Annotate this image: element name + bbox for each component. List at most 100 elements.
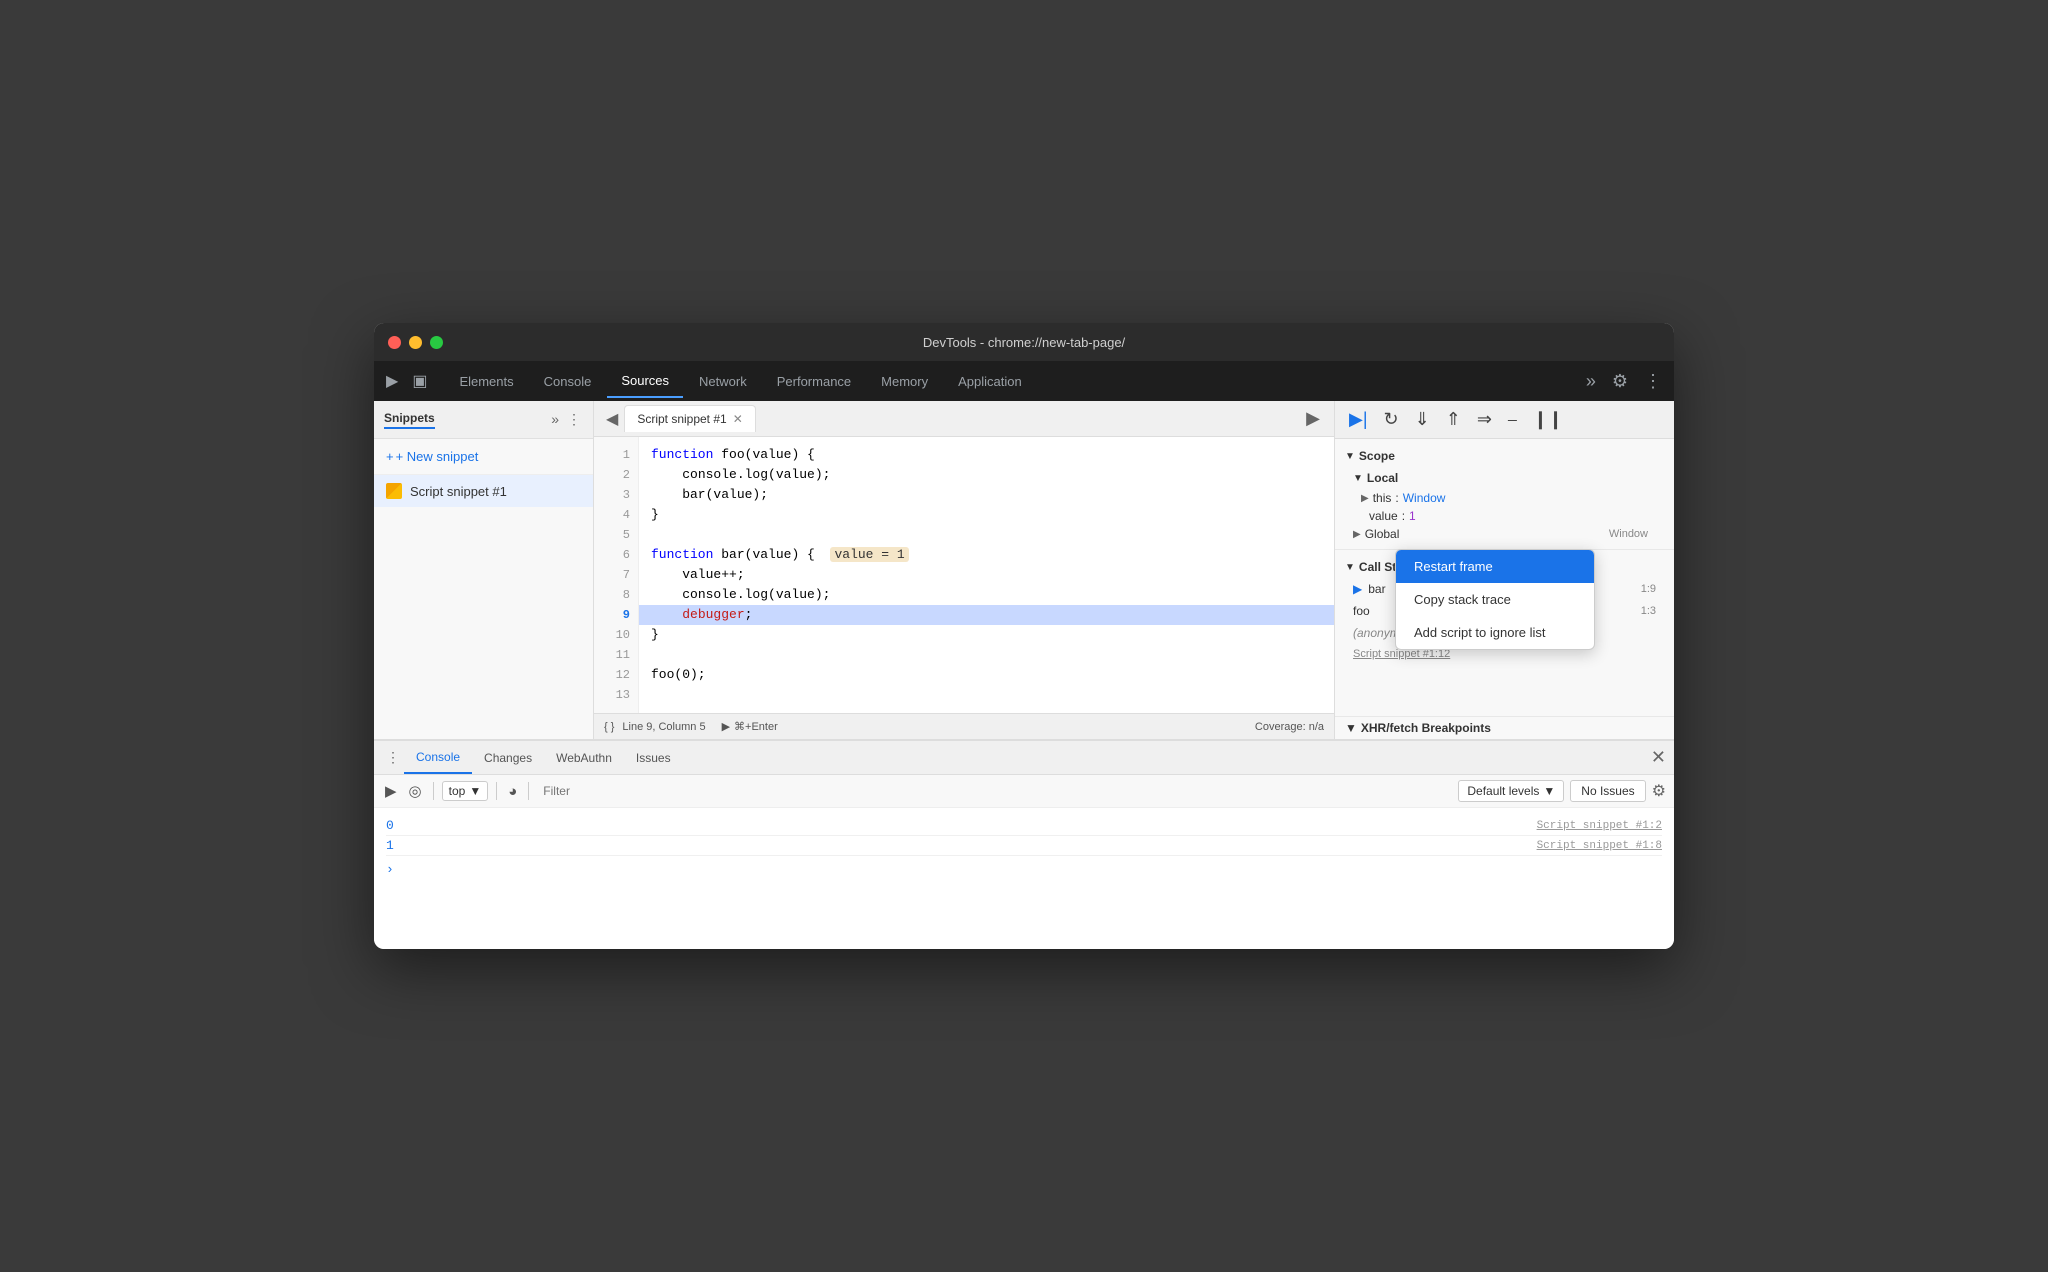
code-line-6: function bar(value) { value = 1 [639, 545, 1334, 565]
xhr-section[interactable]: ▼ XHR/fetch Breakpoints [1335, 716, 1674, 739]
close-button[interactable] [388, 336, 401, 349]
line-numbers: 1 2 3 4 5 6 7 8 9 10 11 12 13 [594, 437, 639, 713]
context-menu-ignore-list[interactable]: Add script to ignore list [1396, 616, 1594, 649]
line-num-4: 4 [594, 505, 638, 525]
more-options-icon[interactable]: ⋮ [1640, 367, 1666, 396]
settings-icon[interactable]: ⚙ [1608, 367, 1632, 396]
console-source-1[interactable]: Script snippet #1:8 [1537, 840, 1662, 852]
editor-tabs: ◀ Script snippet #1 ✕ ▶ [594, 401, 1334, 437]
tab-memory[interactable]: Memory [867, 366, 942, 397]
console-eye-button[interactable]: ◕ [505, 780, 520, 803]
call-stack-arrow: ▼ [1345, 562, 1355, 573]
step-button[interactable]: ⇒ [1473, 407, 1496, 432]
editor-tab-snippet[interactable]: Script snippet #1 ✕ [624, 405, 755, 432]
bottom-tab-changes[interactable]: Changes [472, 743, 544, 773]
console-settings-icon[interactable]: ⚙ [1652, 781, 1666, 801]
deactivate-breakpoints-button[interactable]: ⎯ [1504, 407, 1521, 432]
traffic-lights [388, 336, 443, 349]
line-num-5: 5 [594, 525, 638, 545]
line-col-status: Line 9, Column 5 [622, 721, 705, 733]
cs-bar-left: ▶ bar [1353, 582, 1386, 596]
inspect-icon[interactable]: ▣ [408, 367, 431, 395]
tab-performance[interactable]: Performance [763, 366, 865, 397]
cursor-icon[interactable]: ▶ [382, 367, 402, 395]
line-num-8: 8 [594, 585, 638, 605]
editor-tab-label: Script snippet #1 [637, 412, 726, 426]
step-into-button[interactable]: ⇓ [1411, 407, 1434, 432]
pause-exceptions-button[interactable]: ❙❙ [1529, 407, 1567, 432]
console-block-button[interactable]: ◎ [406, 779, 425, 803]
bottom-tab-webauthn[interactable]: WebAuthn [544, 743, 624, 773]
console-divider-3 [528, 782, 529, 800]
code-line-9: debugger; [639, 605, 1334, 625]
tab-elements[interactable]: Elements [445, 366, 527, 397]
sidebar-menu-icon[interactable]: ⋮ [565, 409, 583, 430]
more-sidebar-icon[interactable]: » [549, 409, 561, 430]
tab-application[interactable]: Application [944, 366, 1036, 397]
console-value-1: 1 [386, 838, 394, 853]
line-num-2: 2 [594, 465, 638, 485]
xhr-title: XHR/fetch Breakpoints [1361, 721, 1491, 735]
context-menu-restart-frame[interactable]: Restart frame [1396, 550, 1594, 583]
console-value-0: 0 [386, 818, 394, 833]
local-title: Local [1367, 471, 1398, 485]
editor-tab-close[interactable]: ✕ [733, 412, 743, 426]
global-title: Global [1365, 527, 1400, 541]
code-area: 1 2 3 4 5 6 7 8 9 10 11 12 13 function f… [594, 437, 1334, 713]
local-header[interactable]: ▼ Local [1345, 467, 1664, 489]
code-lines: function foo(value) { console.log(value)… [639, 437, 1334, 713]
pretty-print-icon[interactable]: { } [604, 721, 614, 733]
bottom-tab-issues[interactable]: Issues [624, 743, 683, 773]
scope-header[interactable]: ▼ Scope [1345, 445, 1664, 467]
bottom-menu-icon[interactable]: ⋮ [382, 745, 404, 770]
editor-nav-back[interactable]: ◀ [600, 405, 624, 433]
context-menu-copy-stack[interactable]: Copy stack trace [1396, 583, 1594, 616]
editor-run-button[interactable]: ▶ [1298, 404, 1328, 433]
debugger-toolbar: ▶| ↻ ⇓ ⇑ ⇒ ⎯ ❙❙ [1335, 401, 1674, 439]
maximize-button[interactable] [430, 336, 443, 349]
console-source-0[interactable]: Script snippet #1:2 [1537, 820, 1662, 832]
global-scope-item: ▶ Global Window [1345, 525, 1664, 543]
default-levels-button[interactable]: Default levels ▼ [1458, 780, 1564, 802]
status-right: Coverage: n/a [1255, 721, 1324, 733]
console-prompt[interactable]: › [386, 856, 1662, 877]
plus-icon: + [386, 449, 394, 464]
step-out-button[interactable]: ⇑ [1442, 407, 1465, 432]
scope-title: Scope [1359, 449, 1395, 463]
editor-status-bar: { } Line 9, Column 5 ▶ ⌘+Enter Coverage:… [594, 713, 1334, 739]
top-context-selector[interactable]: top ▼ [442, 781, 489, 801]
cs-bar-name: bar [1368, 582, 1385, 596]
no-issues-button[interactable]: No Issues [1570, 780, 1645, 802]
scope-section: ▼ Scope ▼ Local ▶ this: Window value: 1 [1335, 439, 1674, 550]
resume-button[interactable]: ▶| [1345, 407, 1372, 432]
tab-bar-right: » ⚙ ⋮ [1582, 367, 1666, 396]
tab-sources[interactable]: Sources [607, 365, 683, 398]
minimize-button[interactable] [409, 336, 422, 349]
new-snippet-button[interactable]: + + New snippet [374, 439, 593, 475]
global-expand[interactable]: ▶ [1353, 529, 1361, 540]
console-filter-input[interactable] [537, 782, 1452, 800]
this-val: Window [1403, 491, 1446, 505]
console-clear-button[interactable]: ▶ [382, 779, 400, 803]
step-over-button[interactable]: ↻ [1380, 407, 1403, 432]
tab-console[interactable]: Console [530, 366, 606, 397]
coverage-status: Coverage: n/a [1255, 721, 1324, 733]
scope-arrow: ▼ [1345, 451, 1355, 462]
sidebar-title: Snippets [384, 411, 435, 429]
console-line-1: 1 Script snippet #1:8 [386, 836, 1662, 856]
this-expand[interactable]: ▶ [1361, 493, 1369, 504]
snippet-item[interactable]: Script snippet #1 [374, 475, 593, 507]
more-tabs-icon[interactable]: » [1582, 367, 1600, 396]
sidebar: Snippets » ⋮ + + New snippet Script snip… [374, 401, 594, 739]
local-arrow: ▼ [1353, 473, 1363, 484]
tab-network[interactable]: Network [685, 366, 761, 397]
status-left: { } Line 9, Column 5 [604, 721, 706, 733]
new-snippet-label: + New snippet [396, 449, 479, 464]
run-icon: ▶ [722, 720, 730, 733]
bottom-tab-console[interactable]: Console [404, 742, 472, 774]
bottom-close-button[interactable]: ✕ [1651, 747, 1666, 768]
run-status[interactable]: ▶ ⌘+Enter [722, 720, 778, 733]
top-label: top [449, 784, 466, 798]
cs-foo-loc: 1:3 [1641, 605, 1656, 617]
line-num-6: 6 [594, 545, 638, 565]
